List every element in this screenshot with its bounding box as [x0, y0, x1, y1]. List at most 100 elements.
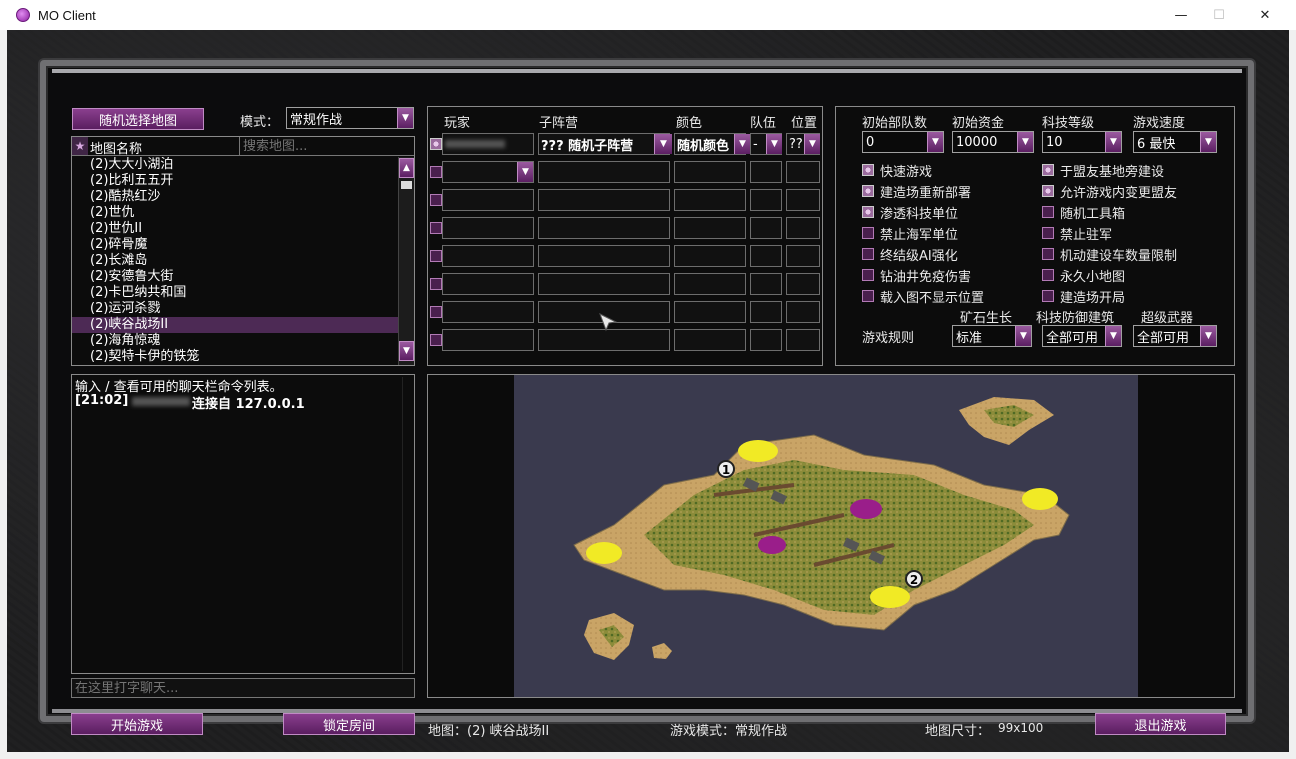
starting-units-dropdown[interactable]: 0 ▼	[862, 131, 944, 153]
subfaction-dropdown[interactable]: ??? 随机子阵营	[538, 133, 670, 155]
subfaction-dropdown[interactable]	[538, 217, 670, 239]
chevron-down-icon[interactable]: ▼	[1200, 132, 1216, 152]
chevron-down-icon[interactable]: ▼	[1200, 326, 1216, 346]
tech-level-dropdown[interactable]: 10 ▼	[1042, 131, 1122, 153]
chat-scrollbar[interactable]	[402, 377, 412, 671]
player-name-field[interactable]	[442, 329, 534, 351]
chevron-down-icon[interactable]: ▼	[1017, 132, 1033, 152]
player-name-field[interactable]	[442, 189, 534, 211]
position-dropdown[interactable]	[786, 189, 820, 211]
scroll-thumb[interactable]	[401, 181, 412, 189]
chevron-down-icon[interactable]: ▼	[804, 134, 820, 154]
player-name-field[interactable]: ▼	[442, 161, 534, 183]
player-name-field[interactable]	[442, 217, 534, 239]
chevron-down-icon[interactable]: ▼	[1105, 132, 1121, 152]
option-checkbox[interactable]	[862, 164, 874, 176]
player-name-field[interactable]	[442, 245, 534, 267]
map-list-item[interactable]: (2)酷热红沙	[72, 189, 398, 205]
option-checkbox[interactable]	[1042, 269, 1054, 281]
chevron-down-icon[interactable]: ▼	[766, 134, 782, 154]
position-dropdown[interactable]	[786, 217, 820, 239]
option-checkbox[interactable]	[862, 290, 874, 302]
map-list-item[interactable]: (2)运河杀戮	[72, 301, 398, 317]
option-checkbox[interactable]	[1042, 290, 1054, 302]
map-list-item[interactable]: (2)峡谷战场II	[72, 317, 398, 333]
color-dropdown[interactable]	[674, 329, 746, 351]
option-checkbox[interactable]	[1042, 206, 1054, 218]
favorite-star-icon[interactable]: ★	[72, 137, 88, 155]
subfaction-dropdown[interactable]	[538, 273, 670, 295]
color-dropdown[interactable]	[674, 273, 746, 295]
color-dropdown[interactable]	[674, 161, 746, 183]
player-name-field[interactable]	[442, 273, 534, 295]
map-list-item[interactable]: (2)契特卡伊的铁笼	[72, 349, 398, 365]
maximize-button[interactable]: ☐	[1196, 0, 1242, 30]
team-dropdown[interactable]	[750, 217, 782, 239]
map-list-item[interactable]: (2)比利五五开	[72, 173, 398, 189]
starting-funds-dropdown[interactable]: 10000 ▼	[952, 131, 1034, 153]
option-checkbox[interactable]	[1042, 227, 1054, 239]
subfaction-dropdown[interactable]	[538, 161, 670, 183]
map-list-item[interactable]: (2)安德鲁大街	[72, 269, 398, 285]
team-dropdown[interactable]	[750, 161, 782, 183]
chevron-down-icon[interactable]: ▼	[517, 162, 533, 182]
team-dropdown[interactable]	[750, 245, 782, 267]
exit-game-button[interactable]: 退出游戏	[1095, 713, 1226, 735]
option-checkbox[interactable]	[1042, 248, 1054, 260]
option-checkbox[interactable]	[1042, 185, 1054, 197]
option-checkbox[interactable]	[862, 206, 874, 218]
option-checkbox[interactable]	[862, 269, 874, 281]
map-list-item[interactable]: (2)碎骨魔	[72, 237, 398, 253]
map-list-item[interactable]: (2)大大小湖泊	[72, 157, 398, 173]
option-checkbox[interactable]	[862, 185, 874, 197]
team-dropdown[interactable]	[750, 329, 782, 351]
player-slot-checkbox[interactable]	[430, 278, 442, 290]
position-dropdown[interactable]	[786, 161, 820, 183]
chat-input[interactable]	[71, 678, 415, 698]
chevron-down-icon[interactable]: ▼	[927, 132, 943, 152]
random-map-button[interactable]: 随机选择地图	[72, 108, 204, 130]
map-name-header[interactable]: 地图名称	[90, 138, 142, 157]
color-dropdown[interactable]	[674, 301, 746, 323]
position-dropdown[interactable]	[786, 301, 820, 323]
map-list-item[interactable]: (2)长滩岛	[72, 253, 398, 269]
close-button[interactable]: ✕	[1242, 0, 1288, 30]
subfaction-dropdown[interactable]	[538, 329, 670, 351]
player-slot-checkbox[interactable]	[430, 138, 442, 150]
chevron-down-icon[interactable]: ▼	[654, 134, 672, 154]
chevron-down-icon[interactable]: ▼	[1105, 326, 1121, 346]
subfaction-dropdown[interactable]	[538, 245, 670, 267]
map-list-item[interactable]: (2)卡巴纳共和国	[72, 285, 398, 301]
player-name-field[interactable]	[442, 301, 534, 323]
color-dropdown[interactable]	[674, 189, 746, 211]
map-list-scrollbar[interactable]: ▲ ▼	[398, 157, 414, 365]
player-name-field[interactable]	[442, 133, 534, 155]
chevron-down-icon[interactable]: ▼	[397, 108, 413, 128]
start-game-button[interactable]: 开始游戏	[71, 713, 203, 735]
position-dropdown[interactable]	[786, 245, 820, 267]
player-slot-checkbox[interactable]	[430, 334, 442, 346]
mode-dropdown[interactable]: 常规作战 ▼	[286, 107, 414, 129]
map-search-input[interactable]	[239, 137, 414, 155]
option-checkbox[interactable]	[1042, 164, 1054, 176]
player-slot-checkbox[interactable]	[430, 166, 442, 178]
player-slot-checkbox[interactable]	[430, 222, 442, 234]
game-speed-dropdown[interactable]: 6 最快 ▼	[1133, 131, 1217, 153]
team-dropdown[interactable]	[750, 301, 782, 323]
player-slot-checkbox[interactable]	[430, 306, 442, 318]
map-preview-image[interactable]: 1 2	[514, 375, 1138, 697]
scroll-up-icon[interactable]: ▲	[399, 158, 414, 178]
chevron-down-icon[interactable]: ▼	[1015, 326, 1031, 346]
lock-room-button[interactable]: 锁定房间	[283, 713, 415, 735]
tech-defense-dropdown[interactable]: 全部可用 ▼	[1042, 325, 1122, 347]
color-dropdown[interactable]	[674, 245, 746, 267]
option-checkbox[interactable]	[862, 227, 874, 239]
ore-growth-dropdown[interactable]: 标准 ▼	[952, 325, 1032, 347]
position-dropdown[interactable]	[786, 329, 820, 351]
position-dropdown[interactable]	[786, 273, 820, 295]
map-list-item[interactable]: (2)海角惊魂	[72, 333, 398, 349]
team-dropdown[interactable]	[750, 273, 782, 295]
player-slot-checkbox[interactable]	[430, 250, 442, 262]
color-dropdown[interactable]	[674, 217, 746, 239]
map-list-item[interactable]: (2)世仇	[72, 205, 398, 221]
